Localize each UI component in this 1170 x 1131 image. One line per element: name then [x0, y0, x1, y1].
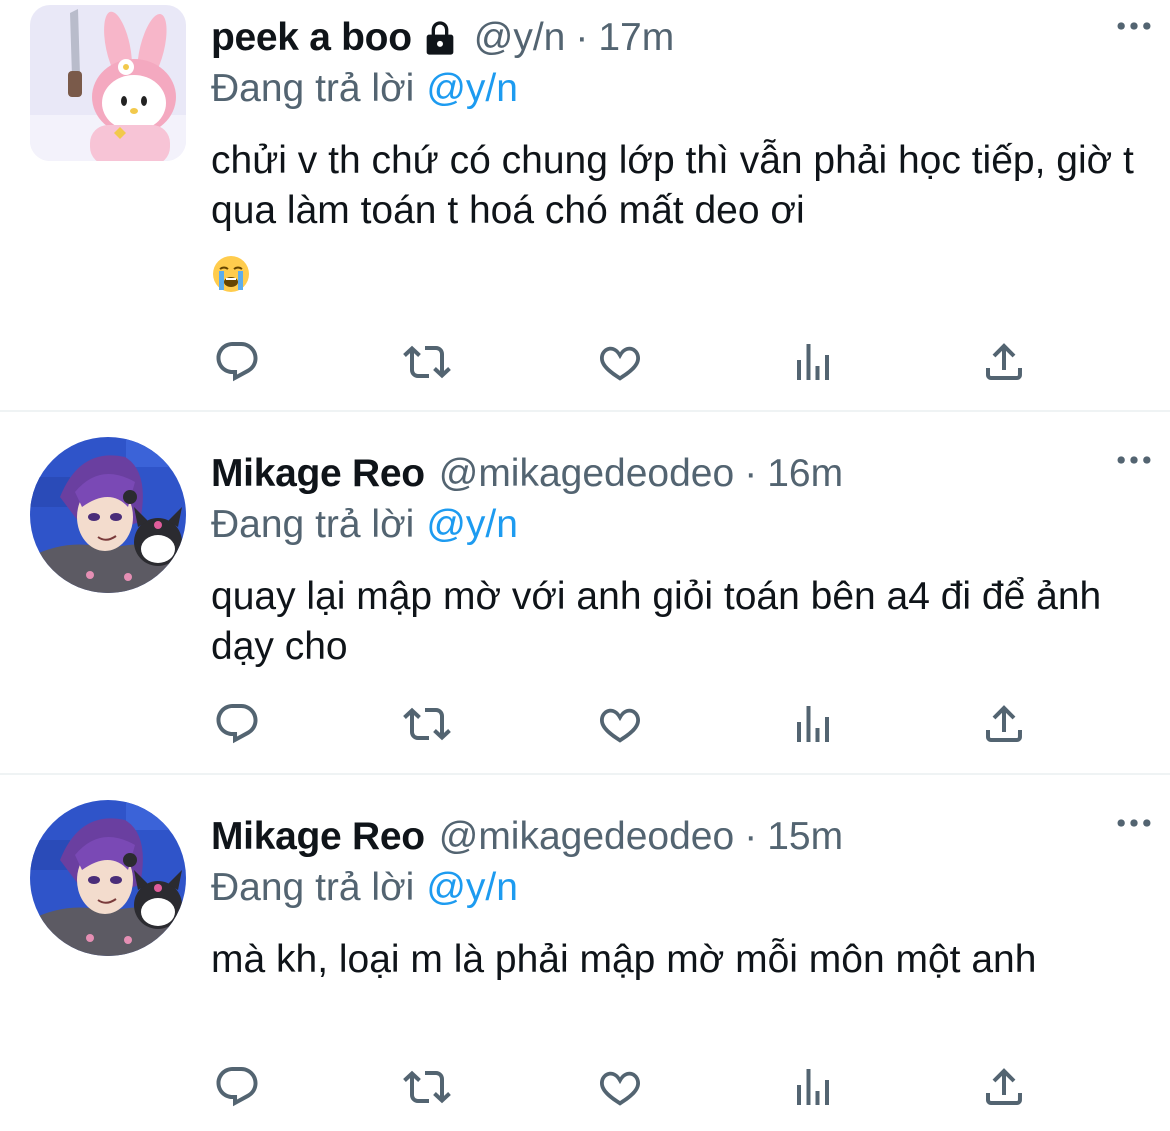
views-icon[interactable] [787, 698, 839, 750]
retweet-icon[interactable] [401, 698, 453, 750]
avatar[interactable] [30, 437, 186, 593]
tweet-text: quay lại mập mờ với anh giỏi toán bên a4… [211, 575, 1102, 668]
like-icon[interactable] [594, 698, 646, 750]
mention-link[interactable]: @y/n [426, 866, 518, 909]
loudly-crying-face-icon [211, 254, 251, 294]
share-icon[interactable] [978, 336, 1030, 388]
share-icon[interactable] [978, 1061, 1030, 1113]
reply-icon[interactable] [211, 1061, 263, 1113]
replying-to: Đang trả lời @y/n [211, 863, 1140, 913]
tweet-header: peek a boo @y/n · 17m [211, 12, 1140, 64]
avatar-image [30, 800, 186, 956]
more-horizontal-icon[interactable] [1112, 805, 1156, 841]
display-name[interactable]: Mikage Reo [211, 815, 425, 859]
timestamp[interactable]: 15m [767, 815, 843, 859]
replying-to-label: Đang trả lời [211, 503, 415, 546]
tweet-body: Mikage Reo @mikagedeodeo · 16m Đang trả … [211, 448, 1140, 672]
timestamp[interactable]: 17m [598, 16, 674, 60]
timestamp[interactable]: 16m [767, 452, 843, 496]
tweet-header: Mikage Reo @mikagedeodeo · 16m [211, 448, 1140, 500]
avatar-image [30, 5, 186, 161]
separator: · [575, 16, 589, 59]
tweet-item[interactable]: Mikage Reo @mikagedeodeo · 16m Đang trả … [0, 412, 1170, 773]
tweet-text: chửi v th chứ có chung lớp thì vẫn phải … [211, 139, 1134, 232]
tweet-body: Mikage Reo @mikagedeodeo · 15m Đang trả … [211, 811, 1140, 985]
like-icon[interactable] [594, 336, 646, 388]
tweet-feed: peek a boo @y/n · 17m Đang trả lời @y/n c… [0, 0, 1170, 1131]
more-horizontal-icon[interactable] [1112, 442, 1156, 478]
user-handle[interactable]: @y/n [474, 16, 566, 60]
avatar[interactable] [30, 5, 186, 161]
separator: · [744, 815, 758, 858]
retweet-icon[interactable] [401, 1061, 453, 1113]
display-name[interactable]: Mikage Reo [211, 452, 425, 496]
user-handle[interactable]: @mikagedeodeo [439, 815, 734, 859]
like-icon[interactable] [594, 1061, 646, 1113]
avatar[interactable] [30, 800, 186, 956]
reply-icon[interactable] [211, 698, 263, 750]
display-name[interactable]: peek a boo [211, 16, 412, 60]
retweet-icon[interactable] [401, 336, 453, 388]
lock-icon [420, 18, 460, 58]
views-icon[interactable] [787, 1061, 839, 1113]
tweet-actions [211, 1061, 1051, 1113]
mention-link[interactable]: @y/n [426, 67, 518, 110]
avatar-image [30, 437, 186, 593]
replying-to-label: Đang trả lời [211, 866, 415, 909]
separator: · [744, 452, 758, 495]
more-horizontal-icon[interactable] [1112, 8, 1156, 44]
user-handle[interactable]: @mikagedeodeo [439, 452, 734, 496]
tweet-text: mà kh, loại m là phải mập mờ mỗi môn một… [211, 938, 1037, 981]
mention-link[interactable]: @y/n [426, 503, 518, 546]
tweet-actions [211, 698, 1051, 750]
tweet-body: peek a boo @y/n · 17m Đang trả lời @y/n c… [211, 12, 1140, 294]
replying-to: Đang trả lời @y/n [211, 64, 1140, 114]
tweet-actions [211, 336, 1051, 388]
tweet-header: Mikage Reo @mikagedeodeo · 15m [211, 811, 1140, 863]
reply-icon[interactable] [211, 336, 263, 388]
views-icon[interactable] [787, 336, 839, 388]
tweet-item[interactable]: Mikage Reo @mikagedeodeo · 15m Đang trả … [0, 775, 1170, 1131]
replying-to-label: Đang trả lời [211, 67, 415, 110]
tweet-item[interactable]: peek a boo @y/n · 17m Đang trả lời @y/n c… [0, 0, 1170, 410]
replying-to: Đang trả lời @y/n [211, 500, 1140, 550]
share-icon[interactable] [978, 698, 1030, 750]
